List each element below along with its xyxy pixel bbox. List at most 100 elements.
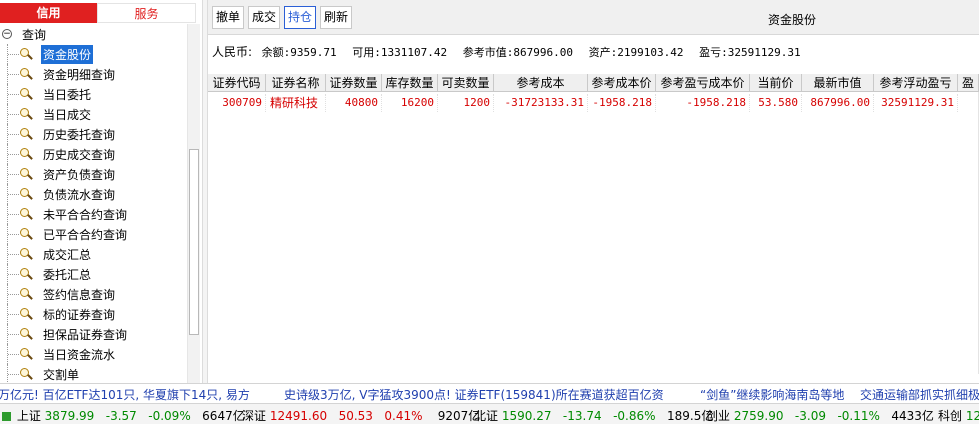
column-header[interactable]: 可卖数量 — [438, 74, 494, 92]
tree-item-label: 当日成交 — [43, 107, 92, 122]
magnifier-icon — [20, 128, 33, 140]
news-item[interactable]: “剑鱼”继续影响海南岛等地 — [700, 386, 844, 403]
tree-item-label: 当日委托 — [43, 87, 92, 102]
table-cell: 40800 — [326, 94, 382, 112]
account-summary: 人民币: 余额:9359.71 可用:1331107.42 参考市值:86799… — [212, 43, 810, 60]
column-header[interactable]: 最新市值 — [802, 74, 874, 92]
tree-item-label: 已平合合约查询 — [43, 227, 128, 242]
tree-item[interactable]: 成交汇总 — [0, 244, 188, 264]
index-change: -3.57 — [105, 409, 137, 423]
tree-item-label: 委托汇总 — [43, 267, 92, 282]
table-cell: -1958.218 — [656, 94, 750, 112]
news-ticker[interactable]: 万亿元! 百亿ETF达101只, 华夏旗下14只, 易方 史诗级3万亿, V字猛… — [0, 383, 979, 403]
tab-credit[interactable]: 信用 — [0, 3, 97, 23]
tab-service[interactable]: 服务 — [97, 3, 196, 23]
index-beijing[interactable]: 北证 1590.27 -13.74 -0.86% 189.5亿 — [474, 407, 713, 424]
tree-item-label: 未平合合约查询 — [43, 207, 128, 222]
magnifier-icon — [20, 288, 33, 300]
tree-item[interactable]: 当日资金流水 — [0, 344, 188, 364]
deal-button[interactable]: 成交 — [248, 6, 280, 29]
magnifier-icon — [20, 328, 33, 340]
tree-item[interactable]: 当日成交 — [0, 104, 188, 124]
tree-root-label: 查询 — [22, 27, 47, 42]
tree-item[interactable]: 未平合合约查询 — [0, 204, 188, 224]
column-header[interactable]: 证券代码 — [208, 74, 266, 92]
magnifier-icon — [20, 228, 33, 240]
assets-value: 资产:2199103.42 — [588, 46, 684, 59]
tree-item[interactable]: 已平合合约查询 — [0, 224, 188, 244]
left-panel: 信用 服务 − 查询 资金股份 资金明细查询当日委托当日成交历史委托查询 历史成交查… — [0, 0, 200, 383]
index-shanghai[interactable]: 上证 3879.99 -3.57 -0.09% 6647亿 — [2, 407, 245, 424]
right-panel: 撤单 成交 持仓 刷新 资金股份 人民币: 余额:9359.71 可用:1331… — [208, 0, 979, 383]
tree-item[interactable]: 资产负债查询 — [0, 164, 188, 184]
magnifier-icon — [20, 108, 33, 120]
index-name: 创业 — [706, 409, 731, 423]
index-name: 上证 — [16, 409, 41, 423]
holdings-button[interactable]: 持仓 — [284, 6, 316, 29]
tree-item[interactable]: 签约信息查询 — [0, 284, 188, 304]
left-scrollbar[interactable] — [187, 24, 200, 383]
cancel-order-button[interactable]: 撤单 — [212, 6, 244, 29]
column-header[interactable]: 盈 — [958, 74, 979, 92]
market-value: 参考市值:867996.00 — [462, 46, 573, 59]
column-header[interactable]: 参考成本 — [494, 74, 588, 92]
index-price: 12491.60 — [269, 409, 328, 423]
column-header[interactable]: 参考盈亏成本价 — [656, 74, 750, 92]
index-name: 深证 — [242, 409, 267, 423]
tree-root-query[interactable]: − 查询 — [0, 24, 188, 44]
table-cell: -1958.218 — [588, 94, 656, 112]
table-row[interactable]: 300709 精研科技 40800 16200 1200 -31723133.31 -195… — [208, 94, 979, 112]
news-item[interactable]: 万亿元! 百亿ETF达101只, 华夏旗下14只, 易方 — [0, 386, 250, 403]
news-item[interactable]: 交通运输部抓实抓细极 — [860, 386, 979, 403]
tree-item-label: 当日资金流水 — [43, 347, 116, 362]
market-index-bar: 上证 3879.99 -3.57 -0.09% 6647亿 深证 12491.6… — [0, 403, 979, 424]
column-header[interactable]: 参考成本价 — [588, 74, 656, 92]
news-item[interactable]: 史诗级3万亿, V字猛攻3900点! 证券ETF(159841)所在赛道获超百亿… — [284, 386, 664, 403]
index-star[interactable]: 科创 12 — [938, 407, 979, 424]
index-chinext[interactable]: 创业 2759.90 -3.09 -0.11% 4433亿 — [706, 407, 934, 424]
tree-item-label: 资产负债查询 — [43, 167, 116, 182]
tree-item[interactable]: 交割单 — [0, 364, 188, 383]
magnifier-icon — [20, 48, 33, 60]
table-cell: 300709 — [208, 94, 266, 112]
index-square-icon — [2, 412, 11, 421]
index-change: -13.74 — [562, 409, 602, 423]
index-price: 12 — [965, 409, 979, 423]
tree-item[interactable]: 负债流水查询 — [0, 184, 188, 204]
index-change: 50.53 — [338, 409, 373, 423]
index-volume: 4433亿 — [891, 409, 934, 423]
balance-value: 余额:9359.71 — [261, 46, 337, 59]
column-header[interactable]: 参考浮动盈亏 — [874, 74, 958, 92]
tree-item[interactable]: 资金股份 — [0, 44, 188, 64]
column-header[interactable]: 库存数量 — [382, 74, 438, 92]
query-tree: − 查询 资金股份 资金明细查询当日委托当日成交历史委托查询 历史成交查询资产负债查… — [0, 24, 188, 383]
index-price: 2759.90 — [733, 409, 784, 423]
table-cell: 1200 — [438, 94, 494, 112]
tree-item[interactable]: 标的证券查询 — [0, 304, 188, 324]
left-scrollbar-thumb[interactable] — [189, 149, 199, 335]
tree-item[interactable]: 历史委托查询 — [0, 124, 188, 144]
collapse-icon[interactable]: − — [2, 29, 12, 39]
tree-item-label: 负债流水查询 — [43, 187, 116, 202]
available-value: 可用:1331107.42 — [352, 46, 448, 59]
tree-item-label: 担保品证券查询 — [43, 327, 128, 342]
table-cell — [958, 94, 979, 112]
index-percent: 0.41% — [384, 409, 423, 423]
tree-item-label: 签约信息查询 — [43, 287, 116, 302]
column-header[interactable]: 证券数量 — [326, 74, 382, 92]
column-header[interactable]: 证券名称 — [266, 74, 326, 92]
tree-item[interactable]: 当日委托 — [0, 84, 188, 104]
tree-item-label: 成交汇总 — [43, 247, 92, 262]
tree-item[interactable]: 担保品证券查询 — [0, 324, 188, 344]
index-shenzhen[interactable]: 深证 12491.60 50.53 0.41% 9207亿 — [242, 407, 480, 424]
column-header[interactable]: 当前价 — [750, 74, 802, 92]
pnl-value: 盈亏:32591129.31 — [699, 46, 801, 59]
tree-item[interactable]: 历史成交查询 — [0, 144, 188, 164]
table-cell: -31723133.31 — [494, 94, 588, 112]
tree-item[interactable]: 资金明细查询 — [0, 64, 188, 84]
tree-item-label: 资金股份 — [41, 44, 94, 64]
tree-item[interactable]: 委托汇总 — [0, 264, 188, 284]
magnifier-icon — [20, 368, 33, 380]
toolbar: 撤单 成交 持仓 刷新 资金股份 — [208, 0, 979, 35]
refresh-button[interactable]: 刷新 — [320, 6, 352, 29]
